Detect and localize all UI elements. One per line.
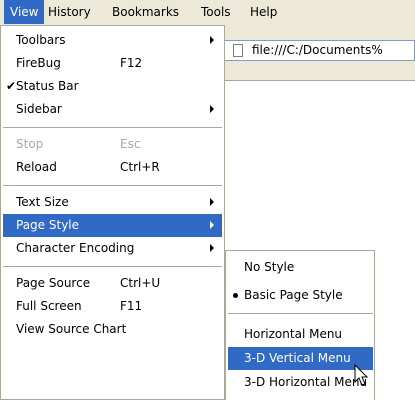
shortcut-label: Ctrl+R [120, 160, 160, 174]
menu-item-view-source-chart[interactable]: View Source Chart [3, 318, 222, 341]
submenu-separator [228, 313, 373, 314]
menu-item-status-bar[interactable]: ✔ Status Bar [3, 75, 222, 98]
menu-bookmarks[interactable]: Bookmarks [106, 0, 185, 24]
shortcut-label: Esc [120, 137, 141, 151]
menu-item-label: Full Screen [16, 299, 82, 313]
submenu-item-label: 3-D Vertical Menu [244, 351, 351, 365]
menu-item-sidebar[interactable]: Sidebar [3, 98, 222, 121]
submenu-item-basic-page-style[interactable]: Basic Page Style [228, 284, 373, 307]
menu-item-label: Toolbars [16, 33, 66, 47]
menu-item-label: Page Source [16, 276, 91, 290]
mouse-pointer-icon [354, 364, 369, 386]
submenu-item-label: No Style [244, 260, 295, 274]
menu-item-label: Page Style [16, 218, 80, 232]
menu-item-stop: Stop Esc [3, 133, 222, 156]
submenu-item-label: Horizontal Menu [244, 327, 343, 341]
submenu-item-no-style[interactable]: No Style [228, 256, 373, 279]
submenu-item-label: 3-D Horizontal Menu [244, 375, 368, 389]
submenu-item-3d-horizontal-menu[interactable]: 3-D Horizontal Menu [228, 371, 373, 394]
page-style-submenu: No Style Basic Page Style Horizontal Men… [225, 250, 375, 400]
submenu-item-horizontal-menu[interactable]: Horizontal Menu [228, 323, 373, 346]
menu-history[interactable]: History [42, 0, 97, 24]
menu-item-label: Character Encoding [16, 241, 135, 255]
menu-item-full-screen[interactable]: Full Screen F11 [3, 295, 222, 318]
menu-item-reload[interactable]: Reload Ctrl+R [3, 156, 222, 179]
submenu-item-label: Basic Page Style [244, 288, 343, 302]
menu-item-label: FireBug [16, 56, 61, 70]
submenu-arrow-icon [210, 244, 214, 252]
menu-item-firebug[interactable]: FireBug F12 [3, 52, 222, 75]
menu-item-label: Stop [16, 137, 44, 151]
menu-item-character-encoding[interactable]: Character Encoding [3, 237, 222, 260]
menu-item-label: Text Size [16, 195, 69, 209]
radio-dot-icon [233, 293, 238, 298]
submenu-arrow-icon [210, 198, 214, 206]
menu-separator [3, 185, 222, 186]
submenu-arrow-icon [210, 105, 214, 113]
menu-item-label: Status Bar [16, 79, 79, 93]
address-url: file:///C:/Documents% [252, 43, 383, 57]
shortcut-label: F12 [120, 56, 143, 70]
menu-item-text-size[interactable]: Text Size [3, 191, 222, 214]
view-menu: Toolbars FireBug F12 ✔ Status Bar Sideba… [0, 25, 225, 400]
menu-item-page-style[interactable]: Page Style [3, 214, 222, 237]
submenu-arrow-icon [210, 221, 214, 229]
submenu-arrow-icon [210, 36, 214, 44]
menu-item-label: Sidebar [16, 102, 62, 116]
menu-help[interactable]: Help [244, 0, 283, 24]
menu-item-label: View Source Chart [16, 322, 127, 336]
menu-bar: View History Bookmarks Tools Help [0, 0, 415, 26]
address-bar[interactable]: file:///C:/Documents% [224, 40, 415, 61]
submenu-item-3d-vertical-menu[interactable]: 3-D Vertical Menu [228, 347, 373, 370]
menu-item-label: Reload [16, 160, 57, 174]
menu-item-page-source[interactable]: Page Source Ctrl+U [3, 272, 222, 295]
menu-view[interactable]: View [4, 0, 45, 24]
shortcut-label: Ctrl+U [120, 276, 161, 290]
menu-separator [3, 127, 222, 128]
menu-item-toolbars[interactable]: Toolbars [3, 29, 222, 52]
menu-separator [3, 266, 222, 267]
menu-tools[interactable]: Tools [195, 0, 237, 24]
shortcut-label: F11 [120, 299, 143, 313]
check-icon: ✔ [6, 79, 17, 93]
page-icon [233, 44, 243, 57]
